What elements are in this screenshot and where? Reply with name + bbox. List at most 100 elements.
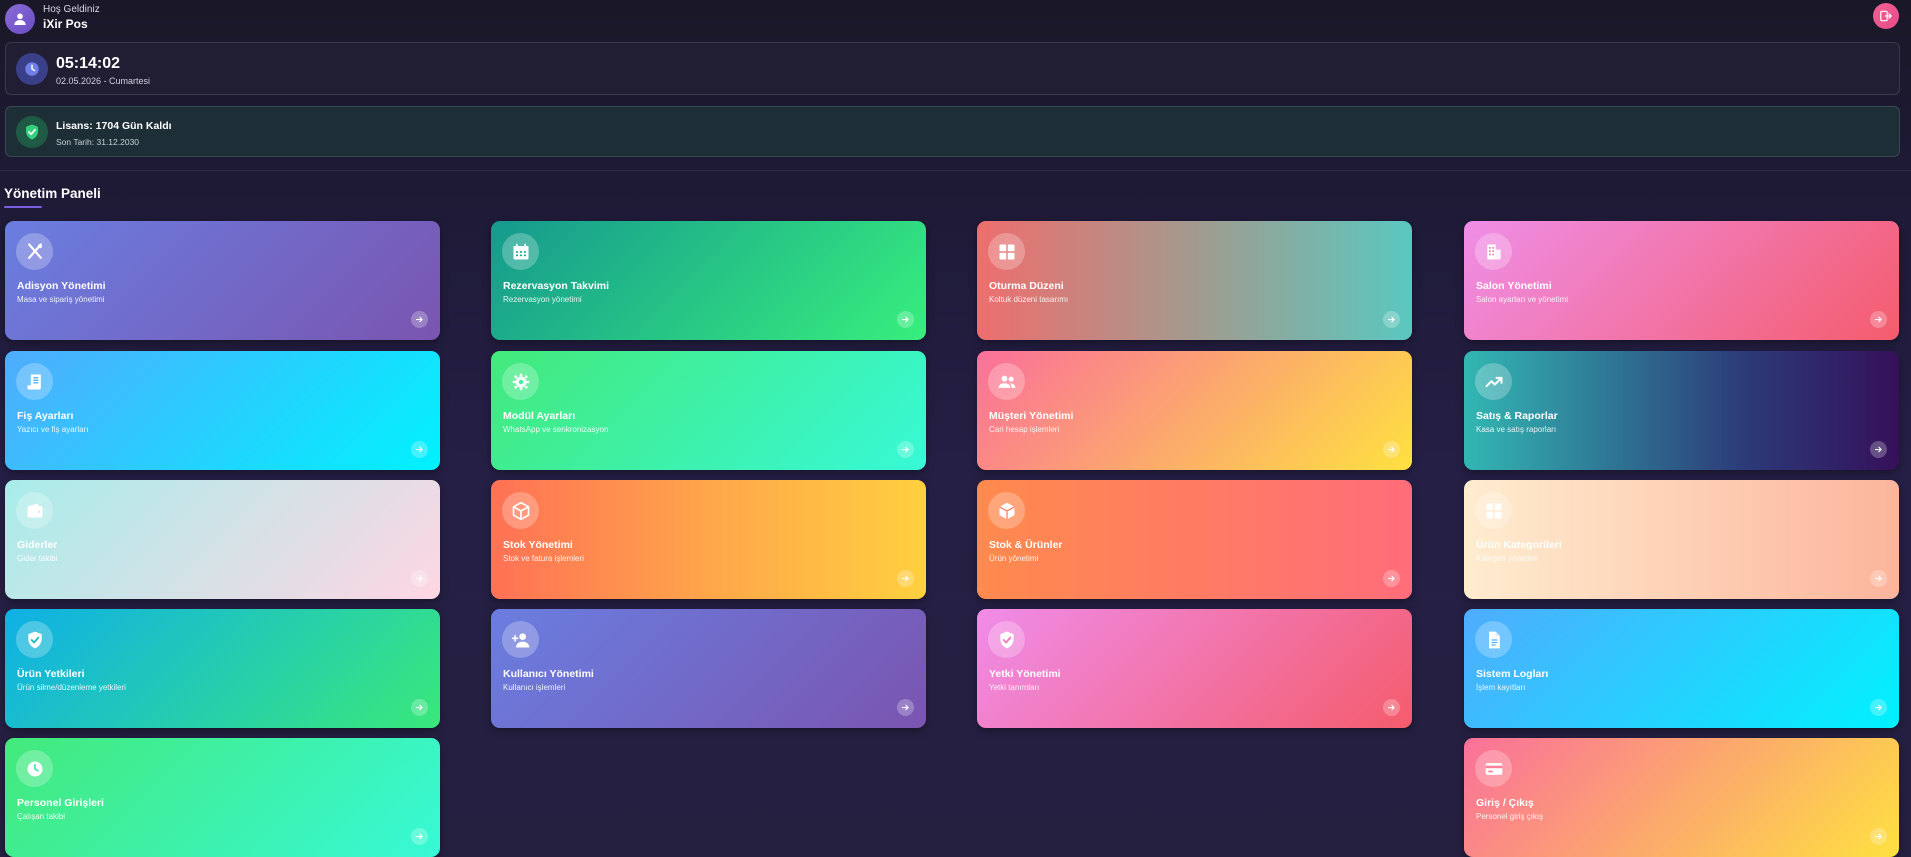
logout-button[interactable] xyxy=(1873,3,1899,29)
shield-check-icon xyxy=(16,116,48,148)
license-panel: Lisans: 1704 Gün Kaldı Son Tarih: 31.12.… xyxy=(5,106,1900,157)
card-title: Giriş / Çıkış xyxy=(1476,797,1534,809)
section-underline xyxy=(4,206,42,208)
card-oturma-duzeni[interactable]: Oturma Düzeni Koltuk düzeni tasarımı xyxy=(977,221,1412,340)
arrow-right-icon[interactable] xyxy=(411,828,428,845)
card-satis-raporlar[interactable]: Satış & Raporlar Kasa ve satış raporları xyxy=(1464,351,1899,470)
arrow-right-icon[interactable] xyxy=(1870,441,1887,458)
card-title: Sistem Logları xyxy=(1476,668,1549,680)
arrow-right-icon[interactable] xyxy=(1383,441,1400,458)
arrow-right-icon[interactable] xyxy=(897,311,914,328)
arrow-right-icon[interactable] xyxy=(411,441,428,458)
arrow-right-icon[interactable] xyxy=(1383,699,1400,716)
card-title: Fiş Ayarları xyxy=(17,410,74,422)
card-kullanici-yonetimi[interactable]: Kullanıcı Yönetimi Kullanıcı işlemleri xyxy=(491,609,926,728)
clock-panel: 05:14:02 02.05.2026 - Cumartesi xyxy=(5,42,1900,95)
users-icon xyxy=(988,363,1025,400)
wallet-icon xyxy=(16,492,53,529)
divider xyxy=(0,170,1911,171)
card-subtitle: Gider takibi xyxy=(17,554,58,563)
shield-check-icon xyxy=(16,621,53,658)
card-giris-cikis[interactable]: Giriş / Çıkış Personel giriş çıkış xyxy=(1464,738,1899,857)
chart-line-icon xyxy=(1475,363,1512,400)
clock-icon xyxy=(16,53,48,85)
card-yetki-yonetimi[interactable]: Yetki Yönetimi Yetki tanımları xyxy=(977,609,1412,728)
grid-icon xyxy=(1475,492,1512,529)
arrow-right-icon[interactable] xyxy=(1383,311,1400,328)
card-subtitle: Çalışan takibi xyxy=(17,812,66,821)
card-subtitle: Yazıcı ve fiş ayarları xyxy=(17,425,89,434)
box-icon xyxy=(988,492,1025,529)
card-subtitle: Rezervasyon yönetimi xyxy=(503,295,582,304)
arrow-right-icon[interactable] xyxy=(1870,570,1887,587)
card-title: Personel Girişleri xyxy=(17,797,104,809)
clock-date: 02.05.2026 - Cumartesi xyxy=(56,76,151,86)
grid-icon xyxy=(988,233,1025,270)
card-subtitle: Salon ayarları ve yönetimi xyxy=(1476,295,1569,304)
card-rezervasyon-takvimi[interactable]: Rezervasyon Takvimi Rezervasyon yönetimi xyxy=(491,221,926,340)
card-subtitle: Stok ve fatura işlemleri xyxy=(503,554,584,563)
section-title: Yönetim Paneli xyxy=(4,186,101,201)
card-title: Yetki Yönetimi xyxy=(989,668,1061,680)
card-subtitle: Kasa ve satış raporları xyxy=(1476,425,1557,434)
card-sistem-loglari[interactable]: Sistem Logları İşlem kayıtları xyxy=(1464,609,1899,728)
card-title: Giderler xyxy=(17,539,58,551)
clock-time: 05:14:02 xyxy=(56,55,121,72)
card-subtitle: Kategori yönetimi xyxy=(1476,554,1538,563)
card-adisyon-yonetimi[interactable]: Adisyon Yönetimi Masa ve sipariş yönetim… xyxy=(5,221,440,340)
utensils-icon xyxy=(16,233,53,270)
arrow-right-icon[interactable] xyxy=(1870,311,1887,328)
card-title: Stok Yönetimi xyxy=(503,539,573,551)
card-urun-kategorileri[interactable]: Ürün Kategorileri Kategori yönetimi xyxy=(1464,480,1899,599)
card-subtitle: Masa ve sipariş yönetimi xyxy=(17,295,105,304)
card-icon xyxy=(1475,750,1512,787)
card-title: Oturma Düzeni xyxy=(989,280,1064,292)
card-title: Müşteri Yönetimi xyxy=(989,410,1074,422)
card-fis-ayarlari[interactable]: Fiş Ayarları Yazıcı ve fiş ayarları xyxy=(5,351,440,470)
box-icon xyxy=(502,492,539,529)
user-plus-icon xyxy=(502,621,539,658)
card-title: Ürün Yetkileri xyxy=(17,668,85,680)
document-icon xyxy=(1475,621,1512,658)
card-modul-ayarlari[interactable]: Modül Ayarları WhatsApp ve senkronizasyo… xyxy=(491,351,926,470)
card-musteri-yonetimi[interactable]: Müşteri Yönetimi Cari hesap işlemleri xyxy=(977,351,1412,470)
card-personel-girisleri[interactable]: Personel Girişleri Çalışan takibi xyxy=(5,738,440,857)
card-subtitle: Cari hesap işlemleri xyxy=(989,425,1060,434)
card-title: Adisyon Yönetimi xyxy=(17,280,106,292)
arrow-right-icon[interactable] xyxy=(1870,699,1887,716)
user-avatar-icon[interactable] xyxy=(5,4,35,34)
arrow-right-icon[interactable] xyxy=(897,441,914,458)
gear-icon xyxy=(502,363,539,400)
card-title: Kullanıcı Yönetimi xyxy=(503,668,594,680)
logout-icon xyxy=(1879,9,1893,23)
card-subtitle: Ürün yönetimi xyxy=(989,554,1039,563)
card-subtitle: Ürün silme/düzenleme yetkileri xyxy=(17,683,126,692)
receipt-icon xyxy=(16,363,53,400)
card-subtitle: İşlem kayıtları xyxy=(1476,683,1526,692)
building-icon xyxy=(1475,233,1512,270)
card-title: Salon Yönetimi xyxy=(1476,280,1552,292)
card-subtitle: Personel giriş çıkış xyxy=(1476,812,1544,821)
card-stok-yonetimi[interactable]: Stok Yönetimi Stok ve fatura işlemleri xyxy=(491,480,926,599)
arrow-right-icon[interactable] xyxy=(1383,570,1400,587)
card-urun-yetkileri[interactable]: Ürün Yetkileri Ürün silme/düzenleme yetk… xyxy=(5,609,440,728)
arrow-right-icon[interactable] xyxy=(411,311,428,328)
arrow-right-icon[interactable] xyxy=(897,570,914,587)
shield-check-icon xyxy=(988,621,1025,658)
license-end-date: Son Tarih: 31.12.2030 xyxy=(56,137,140,147)
user-name: iXir Pos xyxy=(43,17,88,31)
card-title: Stok & Ürünler xyxy=(989,539,1063,551)
arrow-right-icon[interactable] xyxy=(1870,828,1887,845)
arrow-right-icon[interactable] xyxy=(897,699,914,716)
arrow-right-icon[interactable] xyxy=(411,699,428,716)
card-title: Satış & Raporlar xyxy=(1476,410,1558,422)
arrow-right-icon[interactable] xyxy=(411,570,428,587)
card-giderler[interactable]: Giderler Gider takibi xyxy=(5,480,440,599)
card-stok-urunler[interactable]: Stok & Ürünler Ürün yönetimi xyxy=(977,480,1412,599)
welcome-text: Hoş Geldiniz xyxy=(43,4,100,15)
card-subtitle: Koltuk düzeni tasarımı xyxy=(989,295,1069,304)
card-subtitle: WhatsApp ve senkronizasyon xyxy=(503,425,609,434)
clock-icon xyxy=(16,750,53,787)
card-salon-yonetimi[interactable]: Salon Yönetimi Salon ayarları ve yönetim… xyxy=(1464,221,1899,340)
card-title: Rezervasyon Takvimi xyxy=(503,280,610,292)
